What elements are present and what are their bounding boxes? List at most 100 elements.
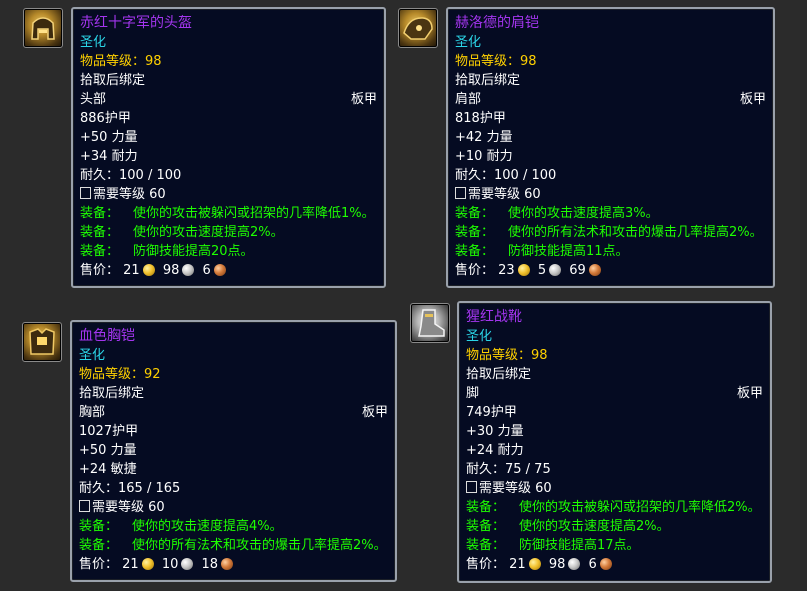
equip-effect: 装备： 使你的所有法术和攻击的爆击几率提高2%。 xyxy=(79,536,388,555)
silver-coin-icon xyxy=(181,558,194,570)
slot-row: 胸部 板甲 xyxy=(79,403,388,422)
boots-icon[interactable] xyxy=(410,303,450,343)
stat-line: +34 耐力 xyxy=(80,149,138,164)
stat-line: +50 力量 xyxy=(80,130,138,145)
copper-coin-icon xyxy=(213,264,226,276)
equip-effect: 装备： 使你的攻击被躲闪或招架的几率降低2%。 xyxy=(466,498,763,517)
equip-text: 防御技能提高20点。 xyxy=(133,244,254,259)
required-level: 需要等级 60 xyxy=(466,479,763,498)
item-tooltip-boots: 猩红战靴 圣化 物品等级：98 拾取后绑定 脚 板甲 749护甲 +30 力量 … xyxy=(457,301,772,583)
equip-text: 使你的所有法术和攻击的爆击几率提高2%。 xyxy=(508,225,763,240)
equip-text: 使你的攻击速度提高2%。 xyxy=(519,519,670,534)
item-tag: 圣化 xyxy=(455,35,482,50)
equip-effect: 装备： 使你的攻击速度提高4%。 xyxy=(79,517,388,536)
gold-coin-icon xyxy=(517,264,530,276)
equip-label: 装备： xyxy=(466,519,506,534)
item-tooltip-helmet: 赤红十字军的头盔 圣化 物品等级：98 拾取后绑定 头部 板甲 886护甲 +5… xyxy=(71,7,386,288)
armor-type: 板甲 xyxy=(361,405,388,420)
stat-line: +24 敏捷 xyxy=(79,462,137,477)
slot-row: 头部 板甲 xyxy=(80,90,377,109)
silver-amount: 98 xyxy=(548,557,566,572)
item-name: 赫洛德的肩铠 xyxy=(455,15,539,31)
sell-label: 售价： xyxy=(466,557,506,572)
item-level: 物品等级：98 xyxy=(455,54,537,69)
stat-line: +50 力量 xyxy=(79,443,137,458)
slot-row: 脚 板甲 xyxy=(466,384,763,403)
equip-label: 装备： xyxy=(466,538,506,553)
sell-label: 售价： xyxy=(79,557,119,572)
item-name: 血色胸铠 xyxy=(79,328,135,344)
sell-label: 售价： xyxy=(80,263,120,278)
equip-label: 装备： xyxy=(79,519,119,534)
equip-effect: 装备： 使你的攻击速度提高2%。 xyxy=(80,223,377,242)
armor-type: 板甲 xyxy=(736,386,763,401)
equip-effect: 装备： 使你的攻击被躲闪或招架的几率降低1%。 xyxy=(80,204,377,223)
item-level: 物品等级：98 xyxy=(466,348,548,363)
gold-coin-icon xyxy=(141,558,154,570)
required-level: 需要等级 60 xyxy=(80,185,377,204)
equip-label: 装备： xyxy=(466,500,506,515)
shoulder-icon[interactable] xyxy=(398,8,438,48)
equip-effect: 装备： 防御技能提高11点。 xyxy=(455,242,766,261)
equip-label: 装备： xyxy=(80,225,120,240)
equip-effect: 装备： 使你的所有法术和攻击的爆击几率提高2%。 xyxy=(455,223,766,242)
equip-text: 防御技能提高17点。 xyxy=(519,538,640,553)
sell-price: 售价： 21 98 6 xyxy=(80,261,377,280)
equip-text: 使你的攻击被躲闪或招架的几率降低1%。 xyxy=(133,206,375,221)
item-tag: 圣化 xyxy=(80,35,107,50)
item-tooltip-chest: 血色胸铠 圣化 物品等级：92 拾取后绑定 胸部 板甲 1027护甲 +50 力… xyxy=(70,320,397,582)
stat-line: +42 力量 xyxy=(455,130,513,145)
required-level: 需要等级 60 xyxy=(79,498,388,517)
sell-price: 售价： 21 98 6 xyxy=(466,555,763,574)
item-name: 猩红战靴 xyxy=(466,309,522,325)
slot-row: 肩部 板甲 xyxy=(455,90,766,109)
armor-type: 板甲 xyxy=(739,92,766,107)
copper-amount: 18 xyxy=(201,557,219,572)
equip-text: 防御技能提高11点。 xyxy=(508,244,629,259)
armor-value: 749护甲 xyxy=(466,405,517,420)
item-tag: 圣化 xyxy=(79,348,106,363)
equip-effect: 装备： 使你的攻击速度提高3%。 xyxy=(455,204,766,223)
copper-coin-icon xyxy=(221,558,234,570)
equip-text: 使你的所有法术和攻击的爆击几率提高2%。 xyxy=(132,538,387,553)
equip-text: 使你的攻击速度提高2%。 xyxy=(133,225,284,240)
gold-amount: 21 xyxy=(123,263,140,278)
equip-effect: 装备： 防御技能提高17点。 xyxy=(466,536,763,555)
item-tag: 圣化 xyxy=(466,329,493,344)
gold-amount: 21 xyxy=(509,557,526,572)
chest-icon[interactable] xyxy=(22,322,62,362)
equip-effect: 装备： 防御技能提高20点。 xyxy=(80,242,377,261)
copper-amount: 69 xyxy=(569,263,586,278)
gold-amount: 23 xyxy=(498,263,515,278)
gold-coin-icon xyxy=(528,558,541,570)
gold-amount: 21 xyxy=(122,557,139,572)
durability: 耐久：100 / 100 xyxy=(80,168,182,183)
bind-type: 拾取后绑定 xyxy=(80,73,146,88)
copper-amount: 6 xyxy=(588,557,597,572)
item-tooltip-shoulders: 赫洛德的肩铠 圣化 物品等级：98 拾取后绑定 肩部 板甲 818护甲 +42 … xyxy=(446,7,775,288)
sell-price: 售价： 23 5 69 xyxy=(455,261,766,280)
copper-coin-icon xyxy=(599,558,612,570)
equip-label: 装备： xyxy=(80,244,120,259)
silver-amount: 98 xyxy=(162,263,180,278)
armor-value: 1027护甲 xyxy=(79,424,139,439)
stat-line: +10 耐力 xyxy=(455,149,513,164)
item-slot: 脚 xyxy=(466,386,480,401)
sell-label: 售价： xyxy=(455,263,495,278)
silver-amount: 10 xyxy=(161,557,179,572)
armor-value: 818护甲 xyxy=(455,111,506,126)
equip-text: 使你的攻击速度提高4%。 xyxy=(132,519,283,534)
copper-amount: 6 xyxy=(202,263,211,278)
equip-label: 装备： xyxy=(455,225,495,240)
item-slot: 胸部 xyxy=(79,405,106,420)
helmet-icon[interactable] xyxy=(23,8,63,48)
bind-type: 拾取后绑定 xyxy=(79,386,145,401)
item-level: 物品等级：98 xyxy=(80,54,162,69)
durability: 耐久：100 / 100 xyxy=(455,168,557,183)
equip-label: 装备： xyxy=(79,538,119,553)
durability: 耐久：75 / 75 xyxy=(466,462,551,477)
item-slot: 肩部 xyxy=(455,92,482,107)
stat-line: +30 力量 xyxy=(466,424,524,439)
item-name: 赤红十字军的头盔 xyxy=(80,15,192,31)
armor-value: 886护甲 xyxy=(80,111,131,126)
